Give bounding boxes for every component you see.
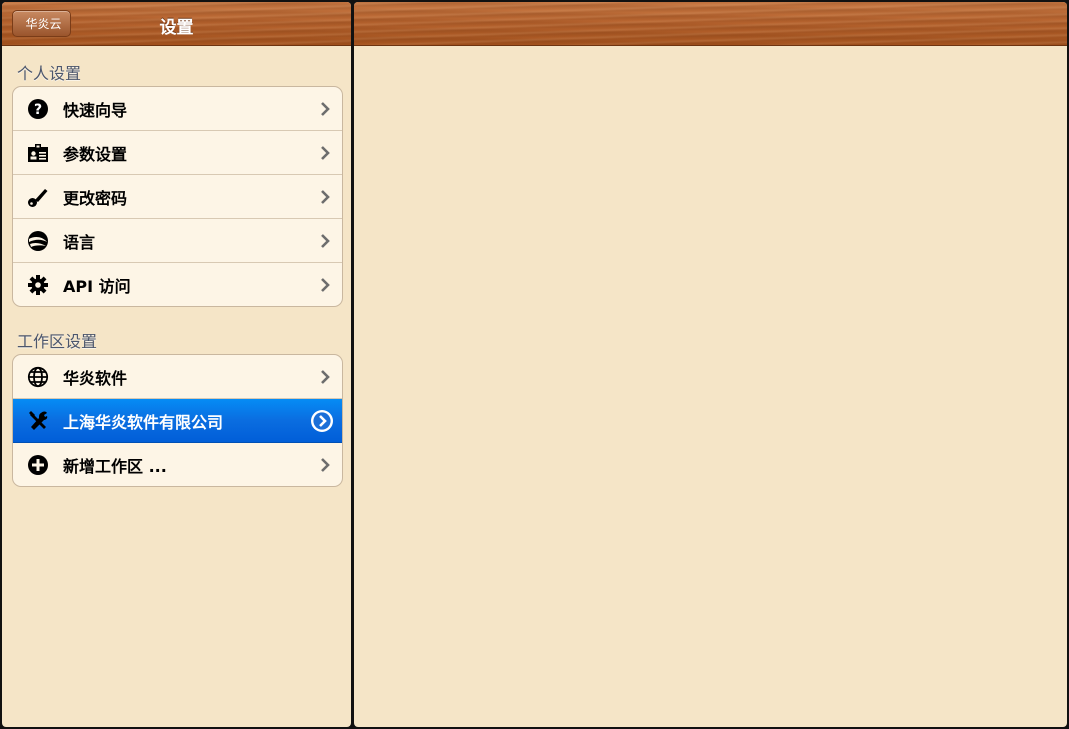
globe-icon bbox=[26, 365, 50, 389]
row-add-workspace[interactable]: 新增工作区 ... bbox=[13, 443, 342, 486]
gear-icon bbox=[26, 273, 50, 297]
row-label: 更改密码 bbox=[63, 188, 128, 208]
id-card-icon bbox=[26, 141, 50, 165]
workspace-settings-group: 华炎软件 上海华炎软件有限公司 新增工作区 ... bbox=[12, 354, 343, 487]
chevron-right-icon bbox=[318, 189, 332, 204]
nav-bar: 华炎云 设置 bbox=[2, 2, 351, 46]
row-api-access[interactable]: API 访问 bbox=[13, 263, 342, 306]
row-preferences[interactable]: 参数设置 bbox=[13, 131, 342, 175]
row-workspace-shanghai-huayan[interactable]: 上海华炎软件有限公司 bbox=[13, 399, 342, 443]
row-label: 上海华炎软件有限公司 bbox=[63, 412, 224, 432]
row-quick-guide[interactable]: ? 快速向导 bbox=[13, 87, 342, 131]
detail-nav-bar bbox=[354, 2, 1067, 46]
chevron-right-icon bbox=[318, 369, 332, 384]
tools-icon bbox=[26, 409, 50, 433]
row-label: 华炎软件 bbox=[63, 368, 128, 388]
section-header-workspace: 工作区设置 bbox=[17, 332, 98, 351]
chevron-right-icon bbox=[318, 277, 332, 292]
row-label: 参数设置 bbox=[63, 144, 128, 164]
row-label: 语言 bbox=[63, 232, 96, 252]
personal-settings-group: ? 快速向导 参数设置 更改密码 语言 API 访问 bbox=[12, 86, 343, 307]
plus-circle-icon bbox=[26, 453, 50, 477]
row-workspace-huayan-software[interactable]: 华炎软件 bbox=[13, 355, 342, 399]
question-icon: ? bbox=[26, 97, 50, 121]
chevron-right-icon bbox=[318, 233, 332, 248]
chevron-right-icon bbox=[318, 145, 332, 160]
section-header-personal: 个人设置 bbox=[17, 64, 82, 83]
master-pane: 华炎云 设置 个人设置 ? 快速向导 参数设置 更改密码 语言 API 访问 工… bbox=[2, 2, 351, 727]
row-label: API 访问 bbox=[63, 276, 131, 296]
disclosure-button-icon[interactable] bbox=[310, 409, 334, 433]
row-change-password[interactable]: 更改密码 bbox=[13, 175, 342, 219]
row-label: 新增工作区 ... bbox=[63, 456, 167, 476]
chevron-right-icon bbox=[318, 457, 332, 472]
key-icon bbox=[26, 185, 50, 209]
row-language[interactable]: 语言 bbox=[13, 219, 342, 263]
chevron-right-icon bbox=[318, 101, 332, 116]
globe-swoosh-icon bbox=[26, 229, 50, 253]
row-label: 快速向导 bbox=[63, 100, 128, 120]
detail-pane bbox=[354, 2, 1067, 727]
svg-text:?: ? bbox=[34, 102, 42, 118]
nav-title: 设置 bbox=[159, 18, 194, 38]
